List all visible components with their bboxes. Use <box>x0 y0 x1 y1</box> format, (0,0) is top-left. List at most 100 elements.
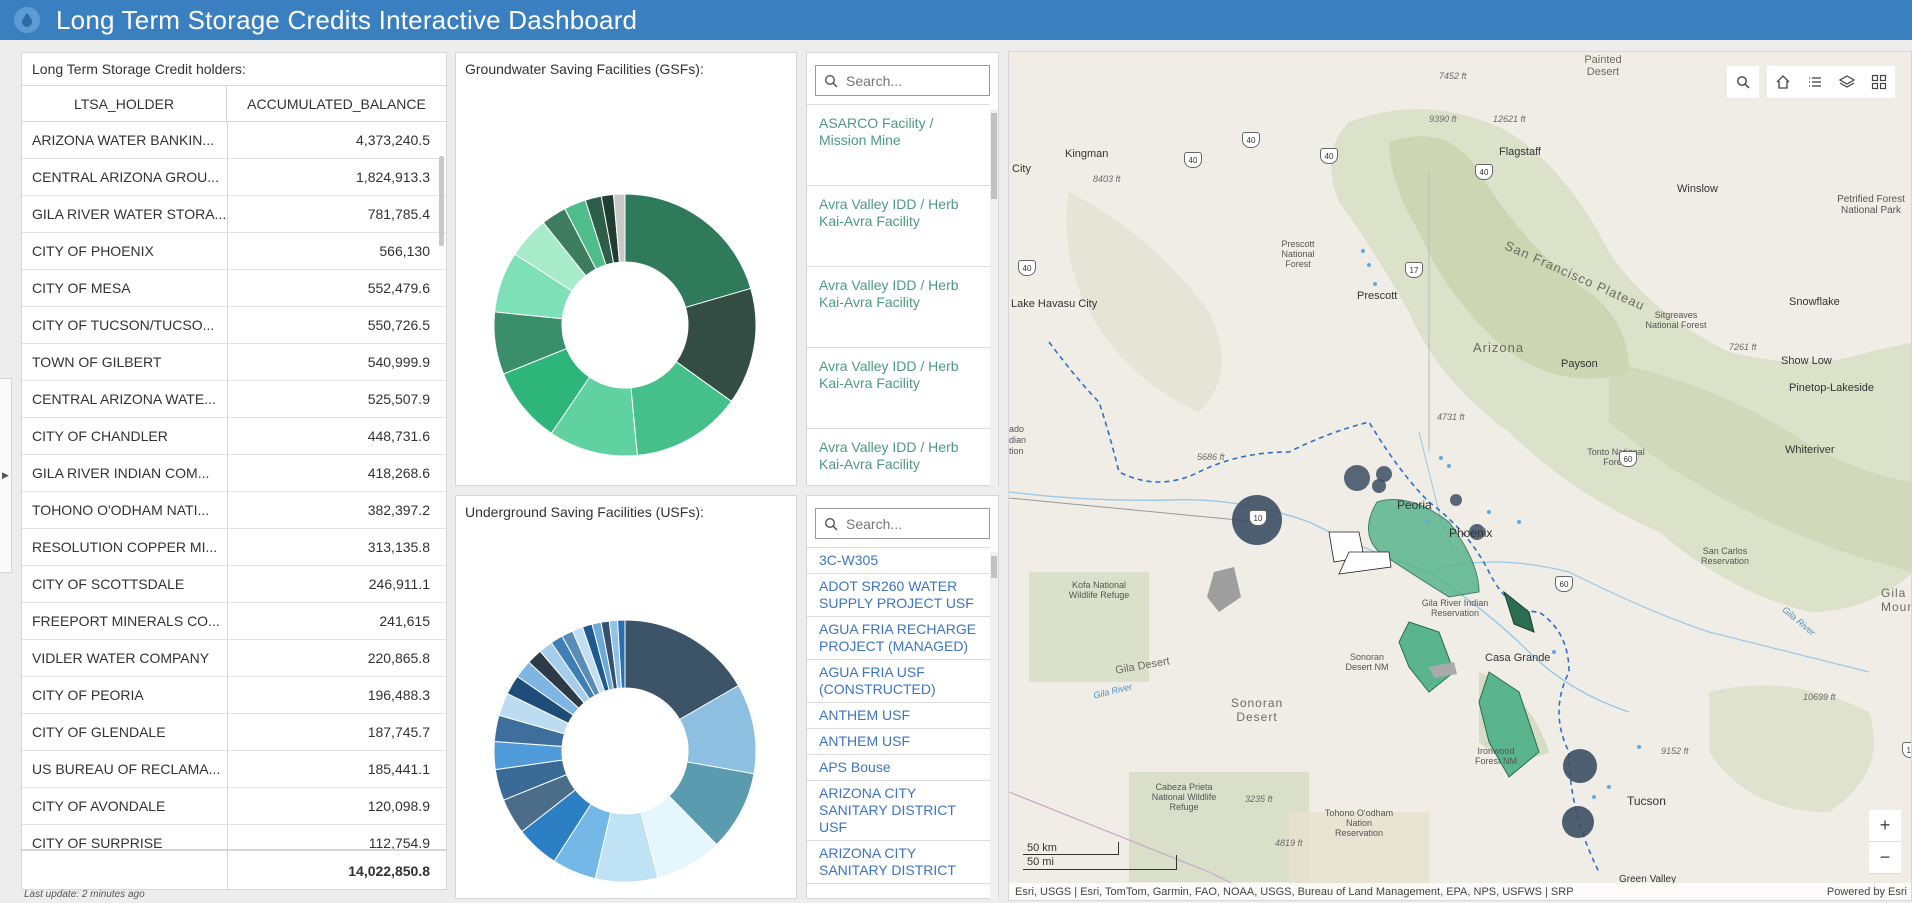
usf-list-item[interactable]: ADOT SR260 WATER SUPPLY PROJECT USF <box>807 574 990 617</box>
gsf-search-box[interactable] <box>815 65 990 96</box>
table-row[interactable]: CITY OF TUCSON/TUCSO... 550,726.5 <box>22 307 446 344</box>
holder-cell: US BUREAU OF RECLAMA... <box>22 751 228 787</box>
highway-shield-icon: 40 <box>1320 148 1338 164</box>
gsf-list-item[interactable]: Avra Valley IDD / Herb Kai-Avra Facility <box>807 348 990 429</box>
table-row[interactable]: CITY OF PEORIA 196,488.3 <box>22 677 446 714</box>
table-row[interactable]: GILA RIVER INDIAN COM... 418,268.6 <box>22 455 446 492</box>
map-label-elev: 9390 ft <box>1429 114 1457 124</box>
zoom-out-button[interactable]: − <box>1869 842 1901 874</box>
attribution-text: Esri, USGS | Esri, TomTom, Garmin, FAO, … <box>1015 885 1574 898</box>
map-label-elev: 10699 ft <box>1803 692 1836 702</box>
scale-km: 50 km <box>1023 842 1119 855</box>
map-label-elev: 12621 ft <box>1493 114 1526 124</box>
gsf-pie-slice[interactable] <box>624 193 752 309</box>
balance-cell: 550,726.5 <box>367 317 430 333</box>
usf-search-input[interactable] <box>846 515 976 532</box>
holder-cell: CENTRAL ARIZONA WATE... <box>22 381 228 417</box>
holder-cell: CITY OF MESA <box>22 270 228 306</box>
balance-cell: 540,999.9 <box>367 354 430 370</box>
map-label-cabeza: Cabeza Prieta National Wildlife Refuge <box>1151 782 1217 812</box>
side-panel-toggle[interactable]: ▶ <box>0 378 12 573</box>
table-row[interactable]: CITY OF GLENDALE 187,745.7 <box>22 714 446 751</box>
holder-cell: FREEPORT MINERALS CO... <box>22 603 228 639</box>
scale-mi: 50 mi <box>1023 855 1177 870</box>
usf-list-item[interactable]: AGUA FRIA USF (CONSTRUCTED) <box>807 660 990 703</box>
map-label-peoria: Peoria <box>1397 498 1432 512</box>
water-drop-logo-icon <box>14 7 40 33</box>
usf-list-scrollbar[interactable] <box>990 552 998 900</box>
map-label-ado: ado dian tion <box>1009 424 1027 456</box>
usf-list-item[interactable]: ARIZONA CITY SANITARY DISTRICT <box>807 841 990 884</box>
table-row[interactable]: CITY OF PHOENIX 566,130 <box>22 233 446 270</box>
map-label-elev: 7261 ft <box>1729 342 1757 352</box>
balance-cell: 185,441.1 <box>367 761 430 777</box>
gsf-list-item[interactable]: ASARCO Facility / Mission Mine <box>807 105 990 186</box>
usf-list-item[interactable]: AGUA FRIA RECHARGE PROJECT (MANAGED) <box>807 617 990 660</box>
dashboard-header: Long Term Storage Credits Interactive Da… <box>0 0 1912 40</box>
holder-cell: GILA RIVER WATER STORA... <box>22 196 228 232</box>
usf-list-item[interactable]: ANTHEM USF <box>807 703 990 729</box>
holder-cell: CITY OF SURPRISE <box>22 825 228 849</box>
highway-shield-icon: 10 <box>1249 510 1267 526</box>
powered-by-esri[interactable]: Powered by Esri <box>1827 886 1911 898</box>
map-legend-button[interactable] <box>1799 66 1831 98</box>
holder-cell: CITY OF PHOENIX <box>22 233 228 269</box>
usf-list-item[interactable]: ANTHEM USF <box>807 729 990 755</box>
balance-cell: 4,373,240.5 <box>356 132 430 148</box>
column-header-accumulated-balance[interactable]: ACCUMULATED_BALANCE <box>227 86 446 121</box>
dashboard-title: Long Term Storage Credits Interactive Da… <box>56 4 638 35</box>
map-layers-button[interactable] <box>1831 66 1863 98</box>
table-row[interactable]: CENTRAL ARIZONA WATE... 525,507.9 <box>22 381 446 418</box>
gsf-list-item[interactable]: Avra Valley IDD / Herb Kai-Avra Facility <box>807 267 990 348</box>
column-header-ltsa-holder[interactable]: LTSA_HOLDER <box>22 86 228 121</box>
table-row[interactable]: VIDLER WATER COMPANY 220,865.8 <box>22 640 446 677</box>
usf-list-item[interactable]: 3C-W305 <box>807 548 990 574</box>
map-label-casa-grande: Casa Grande <box>1485 652 1551 664</box>
zoom-in-button[interactable]: + <box>1869 810 1901 842</box>
balance-cell: 120,098.9 <box>367 798 430 814</box>
table-row[interactable]: GILA RIVER WATER STORA... 781,785.4 <box>22 196 446 233</box>
map-label-lake-havasu: Lake Havasu City <box>1011 298 1098 310</box>
map-search-button[interactable] <box>1727 66 1759 98</box>
balance-cell: 525,507.9 <box>367 391 430 407</box>
holder-cell: VIDLER WATER COMPANY <box>22 640 228 676</box>
usf-search-box[interactable] <box>815 508 990 539</box>
map-view[interactable]: Painted Desert 7452 ft 9390 ft 12621 ft … <box>1008 51 1912 901</box>
minus-icon: − <box>1879 847 1891 867</box>
map-basemap-gallery-button[interactable] <box>1863 66 1895 98</box>
map-label-sonoran-nm: Sonoran Desert NM <box>1345 652 1389 672</box>
table-row[interactable]: US BUREAU OF RECLAMA... 185,441.1 <box>22 751 446 788</box>
balance-cell: 552,479.6 <box>367 280 430 296</box>
map-label-elev: 4731 ft <box>1437 412 1465 422</box>
table-row[interactable]: CITY OF CHANDLER 448,731.6 <box>22 418 446 455</box>
basemap-gallery-icon <box>1871 74 1887 90</box>
highway-shield-icon: 40 <box>1184 152 1202 168</box>
table-row[interactable]: RESOLUTION COPPER MI... 313,135.8 <box>22 529 446 566</box>
usf-list-item[interactable]: ARIZONA CITY SANITARY DISTRICT USF <box>807 781 990 841</box>
map-label-winslow: Winslow <box>1677 183 1718 195</box>
table-row[interactable]: CITY OF MESA 552,479.6 <box>22 270 446 307</box>
table-scrollbar[interactable] <box>439 156 444 246</box>
usf-list-item[interactable]: APS Bouse <box>807 755 990 781</box>
gsf-list-scrollbar[interactable] <box>990 109 998 487</box>
table-row[interactable]: ARIZONA WATER BANKIN... 4,373,240.5 <box>22 122 446 159</box>
table-title: Long Term Storage Credit holders: <box>32 61 246 77</box>
gsf-search-input[interactable] <box>846 72 976 89</box>
table-row[interactable]: CENTRAL ARIZONA GROU... 1,824,913.3 <box>22 159 446 196</box>
gsf-list-item[interactable]: Avra Valley IDD / Herb Kai-Avra Facility <box>807 186 990 267</box>
balance-cell: 418,268.6 <box>367 465 430 481</box>
gsf-list-item[interactable]: Avra Valley IDD / Herb Kai-Avra Facility <box>807 429 990 482</box>
map-home-button[interactable] <box>1767 66 1799 98</box>
table-row[interactable]: CITY OF SURPRISE 112,754.9 <box>22 825 446 849</box>
gsf-chart-panel: Groundwater Saving Facilities (GSFs): <box>455 52 797 486</box>
map-label-elev: 7452 ft <box>1439 71 1467 81</box>
table-row[interactable]: CITY OF SCOTTSDALE 246,911.1 <box>22 566 446 603</box>
table-row[interactable]: TOWN OF GILBERT 540,999.9 <box>22 344 446 381</box>
table-row[interactable]: TOHONO O'ODHAM NATI... 382,397.2 <box>22 492 446 529</box>
table-body: ARIZONA WATER BANKIN... 4,373,240.5 CENTRA… <box>22 122 446 849</box>
usf-facility-list: 3C-W305 ADOT SR260 WATER SUPPLY PROJECT U… <box>807 547 990 895</box>
map-label-kofa: Kofa National Wildlife Refuge <box>1068 580 1130 600</box>
table-row[interactable]: CITY OF AVONDALE 120,098.9 <box>22 788 446 825</box>
table-row[interactable]: FREEPORT MINERALS CO... 241,615 <box>22 603 446 640</box>
home-icon <box>1776 75 1790 89</box>
